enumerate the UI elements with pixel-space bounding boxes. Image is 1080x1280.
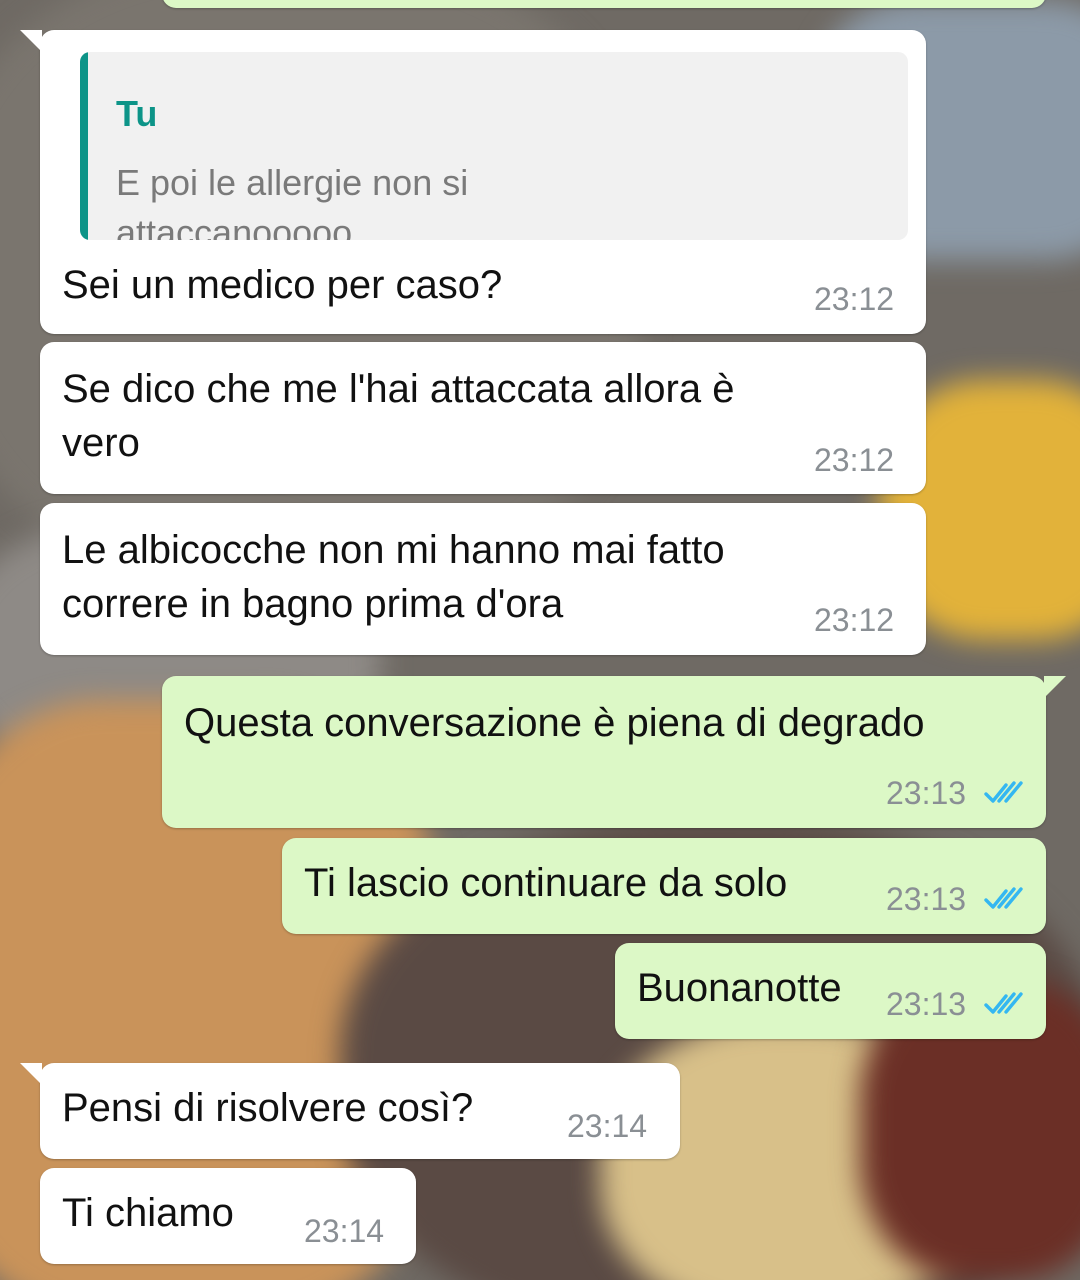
message-text: Ti lascio continuare da solo [304,861,788,905]
double-check-icon [984,781,1023,803]
message-bubble-partial[interactable] [162,0,1046,8]
message-bubble-reply[interactable]: Tu E poi le allergie non si attaccanoooo… [20,30,926,334]
quote-text: E poi le allergie non si attaccanooooo [116,162,469,240]
message-text: Questa conversazione è piena di degrado [184,701,925,745]
message-time: 23:12 [814,442,895,478]
message-text: Buonanotte [637,966,842,1010]
message-text: Le albicocche non mi hanno mai fatto cor… [62,528,725,626]
message-bubble[interactable]: Pensi di risolvere così? 23:14 [20,1063,680,1159]
message-time: 23:12 [814,281,895,317]
message-time: 23:13 [886,986,967,1022]
quote-accent-bar [80,52,88,240]
double-check-icon [984,992,1023,1014]
double-check-icon [984,887,1023,909]
message-text: Ti chiamo [62,1191,234,1235]
message-text: Pensi di risolvere così? [62,1086,474,1130]
message-text: Sei un medico per caso? [62,263,503,307]
message-time: 23:13 [886,775,967,811]
message-bubble-outgoing[interactable]: Buonanotte 23:13 [615,943,1046,1039]
message-bubble[interactable]: Le albicocche non mi hanno mai fatto cor… [40,503,926,655]
message-text: Se dico che me l'hai attaccata allora è … [62,367,735,465]
message-time: 23:14 [567,1108,648,1144]
message-bubble-outgoing[interactable]: Ti lascio continuare da solo 23:13 [282,838,1046,934]
quote-author: Tu [116,93,158,134]
message-bubble-outgoing[interactable]: Questa conversazione è piena di degrado … [162,676,1066,828]
message-time: 23:14 [304,1213,385,1249]
message-bubble[interactable]: Ti chiamo 23:14 [40,1168,416,1264]
message-time: 23:13 [886,881,967,917]
message-time: 23:12 [814,602,895,638]
message-bubble[interactable]: Se dico che me l'hai attaccata allora è … [40,342,926,494]
quoted-message[interactable]: Tu E poi le allergie non si attaccanoooo… [80,52,908,240]
